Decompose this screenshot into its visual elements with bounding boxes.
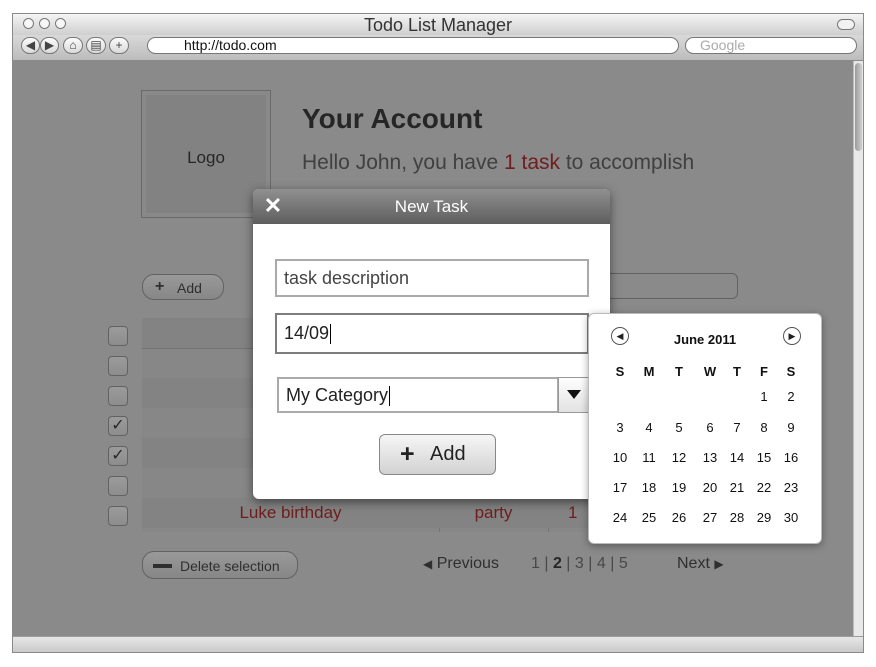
calendar-day[interactable]: 8: [750, 420, 778, 435]
forward-icon[interactable]: ▶: [40, 37, 59, 54]
calendar-day[interactable]: 4: [635, 420, 663, 435]
close-icon[interactable]: ✕: [262, 195, 284, 217]
url-text: http://todo.com: [184, 37, 277, 53]
dropdown-arrow-icon: [566, 390, 581, 399]
date-input[interactable]: 14/09: [275, 313, 589, 354]
calendar-day[interactable]: 26: [665, 510, 693, 525]
calendar-day[interactable]: 29: [750, 510, 778, 525]
category-select[interactable]: My Category: [277, 377, 559, 413]
calendar-day[interactable]: 17: [606, 480, 634, 495]
calendar-day[interactable]: 9: [777, 420, 805, 435]
scrollbar-thumb[interactable]: [855, 63, 862, 151]
next-month-icon[interactable]: ▶: [783, 327, 801, 345]
window-title: Todo List Manager: [363, 15, 513, 35]
calendar-day[interactable]: 30: [777, 510, 805, 525]
calendar-day[interactable]: 13: [696, 450, 724, 465]
calendar-day[interactable]: 16: [777, 450, 805, 465]
calendar-day[interactable]: 14: [723, 450, 751, 465]
calendar-day[interactable]: 18: [635, 480, 663, 495]
calendar-day[interactable]: 6: [696, 420, 724, 435]
text-caret: [330, 324, 332, 345]
dialog-add-label: Add: [430, 443, 466, 465]
address-bar[interactable]: http://todo.com: [147, 37, 679, 54]
calendar-day[interactable]: 21: [723, 480, 751, 495]
calendar-day[interactable]: 5: [665, 420, 693, 435]
home-icon[interactable]: ⌂: [63, 37, 83, 54]
calendar-day[interactable]: 23: [777, 480, 805, 495]
calendar-day[interactable]: 10: [606, 450, 634, 465]
calendar-day[interactable]: 1: [750, 389, 778, 404]
weekday-label: S: [786, 364, 796, 379]
dialog-add-button[interactable]: + Add: [379, 434, 496, 475]
calendar-day[interactable]: 11: [635, 450, 663, 465]
back-icon[interactable]: ◀: [21, 37, 40, 54]
calendar-day[interactable]: 12: [665, 450, 693, 465]
calendar-day[interactable]: 3: [606, 420, 634, 435]
weekday-label: W: [703, 364, 717, 379]
weekday-label: S: [615, 364, 625, 379]
calendar-day[interactable]: 25: [635, 510, 663, 525]
browser-toolbar: ◀ ▶ ⌂ ▤ + http://todo.com Google: [13, 35, 863, 61]
calendar-day[interactable]: 2: [777, 389, 805, 404]
calendar-day[interactable]: 15: [750, 450, 778, 465]
date-picker: ◀ June 2011 ▶ S M T W T F S 1 2 3 4 5 6 7 8 9 10 11 12 13 14…: [588, 313, 822, 544]
calendar-day[interactable]: 20: [696, 480, 724, 495]
dialog-title: New Task: [394, 197, 469, 216]
weekday-label: T: [733, 364, 741, 379]
date-value: 14/09: [284, 323, 330, 343]
dialog-header: ✕ New Task: [253, 189, 610, 224]
calendar-day[interactable]: 22: [750, 480, 778, 495]
weekday-label: F: [760, 364, 768, 379]
search-field[interactable]: Google: [685, 37, 857, 54]
plus-icon: +: [400, 440, 415, 468]
vertical-scrollbar[interactable]: [853, 61, 863, 636]
weekday-label: T: [675, 364, 683, 379]
category-value: My Category: [286, 385, 389, 405]
new-task-dialog: ✕ New Task task description 14/09 My Cat…: [253, 189, 610, 499]
status-bar: [13, 636, 863, 652]
calendar-day[interactable]: 24: [606, 510, 634, 525]
title-bar: Todo List Manager: [13, 14, 863, 35]
calendar-day[interactable]: 7: [723, 420, 751, 435]
add-tab-icon[interactable]: +: [109, 37, 129, 54]
weekday-label: M: [643, 364, 655, 379]
text-caret: [389, 386, 391, 407]
calendar-day[interactable]: 19: [665, 480, 693, 495]
calendar-day[interactable]: 28: [723, 510, 751, 525]
toolbar-toggle-button[interactable]: [837, 19, 855, 30]
calendar-day[interactable]: 27: [696, 510, 724, 525]
print-icon[interactable]: ▤: [86, 37, 106, 54]
task-description-input[interactable]: task description: [275, 259, 589, 297]
category-dropdown-button[interactable]: [558, 377, 589, 413]
